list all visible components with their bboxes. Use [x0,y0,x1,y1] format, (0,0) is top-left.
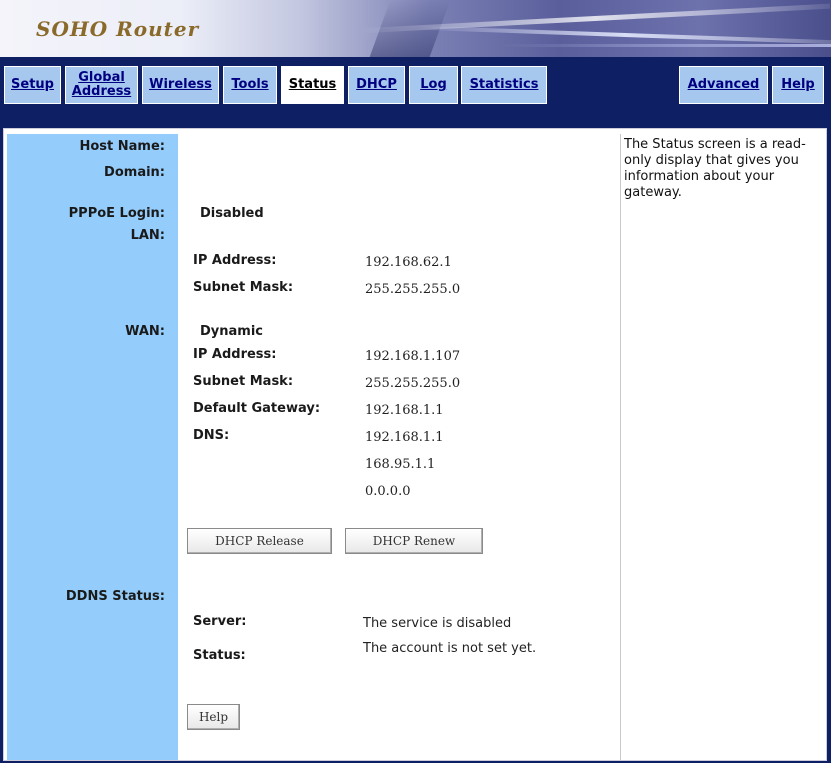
nav-global-address[interactable]: Global Address [65,66,138,104]
header-banner: SOHO Router [0,0,831,57]
nav-status[interactable]: Status [281,66,344,104]
help-button[interactable]: Help [187,704,240,730]
nav-help[interactable]: Help [772,66,824,104]
wan-gateway-label: Default Gateway: [193,401,321,416]
ddns-status-value: The account is not set yet. [363,641,537,656]
wan-mask-label: Subnet Mask: [193,374,294,389]
lan-ip-label: IP Address: [193,253,277,268]
wan-ip-label: IP Address: [193,347,277,362]
wan-label: WAN: [125,324,165,339]
wan-mask-value: 255.255.255.0 [365,376,461,391]
lan-mask-label: Subnet Mask: [193,280,294,295]
nav-wireless[interactable]: Wireless [142,66,219,104]
ddns-server-label: Server: [193,614,247,629]
ddns-server-value: The service is disabled [363,616,512,631]
nav-log[interactable]: Log [409,66,458,104]
banner-streak [420,25,831,45]
wan-dns-value-2: 168.95.1.1 [365,457,436,472]
brand-logo: SOHO Router [36,17,200,41]
nav-statistics[interactable]: Statistics [461,66,547,104]
wan-ip-value: 192.168.1.107 [365,349,461,364]
nav-global-address-line1: Global [78,70,125,85]
nav-dhcp[interactable]: DHCP [348,66,405,104]
nav-global-address-line2: Address [71,84,132,99]
host-name-label: Host Name: [79,139,165,154]
ddns-status-field-label: Status: [193,648,246,663]
banner-streak [500,44,831,47]
wan-mode-value: Dynamic [200,324,264,339]
dhcp-renew-button[interactable]: DHCP Renew [345,528,483,554]
lan-label: LAN: [130,228,165,243]
domain-label: Domain: [104,165,165,180]
wan-gateway-value: 192.168.1.1 [365,403,444,418]
lan-mask-value: 255.255.255.0 [365,282,461,297]
help-description: The Status screen is a read-only display… [624,137,806,200]
wan-dns-value-1: 192.168.1.1 [365,430,444,445]
pppoe-login-value: Disabled [200,206,264,221]
nav-advanced[interactable]: Advanced [679,66,768,104]
dhcp-release-button[interactable]: DHCP Release [187,528,332,554]
nav-setup[interactable]: Setup [4,66,61,104]
nav-bar: Setup Global Address Wireless Tools Stat… [0,57,831,128]
wan-dns-label: DNS: [193,428,230,443]
nav-tools[interactable]: Tools [223,66,277,104]
main-content: Host Name: Domain: PPPoE Login: Disabled… [3,128,827,761]
column-divider [620,134,621,760]
wan-dns-value-3: 0.0.0.0 [365,484,411,499]
lan-ip-value: 192.168.62.1 [365,255,452,270]
pppoe-login-label: PPPoE Login: [68,206,165,221]
ddns-status-label: DDNS Status: [65,589,165,604]
